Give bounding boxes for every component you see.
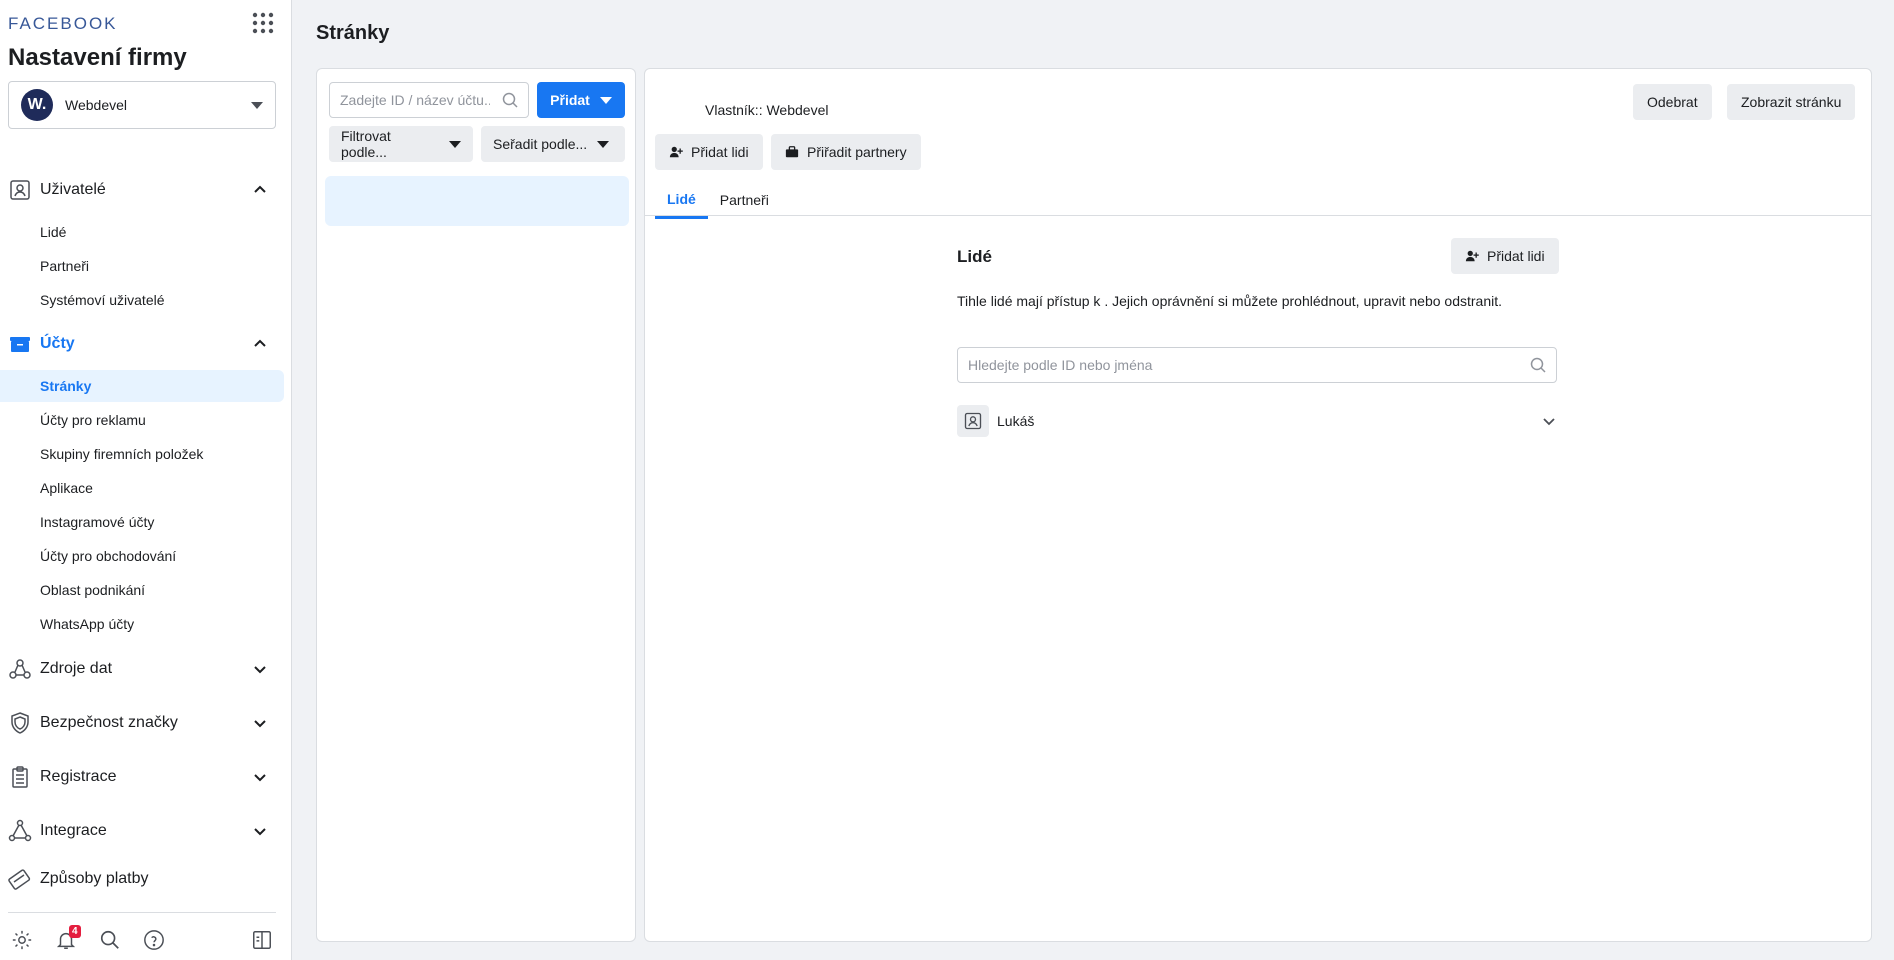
nav-group-payments[interactable]: Způsoby platby: [0, 859, 290, 899]
notification-badge: 4: [69, 925, 81, 938]
people-search-box[interactable]: [957, 347, 1557, 383]
account-search-input[interactable]: [340, 92, 490, 108]
shield-icon: [11, 712, 29, 734]
add-button[interactable]: Přidat: [537, 82, 625, 118]
sidebar-item-pages[interactable]: Stránky: [0, 370, 284, 402]
filter-button-label: Filtrovat podle...: [341, 128, 391, 160]
chevron-up-icon: [254, 185, 266, 193]
add-person-icon: [669, 146, 683, 158]
integrations-icon: [8, 819, 32, 842]
section-add-people-label: Přidat lidi: [1487, 248, 1545, 264]
person-name: Lukáš: [997, 413, 1035, 429]
add-people-label: Přidat lidi: [691, 144, 749, 160]
nav-group-label: Způsoby platby: [40, 870, 149, 887]
nav-group-label: Uživatelé: [40, 181, 106, 198]
nav-group-label: Účty: [40, 335, 75, 352]
sidebar-item-system-users[interactable]: Systémoví uživatelé: [0, 284, 284, 316]
collapse-panel-icon[interactable]: [251, 929, 273, 951]
chevron-down-icon: [254, 720, 266, 728]
tab-partners[interactable]: Partneři: [708, 181, 781, 219]
assign-partners-button[interactable]: Přiřadit partnery: [771, 134, 921, 170]
add-people-button[interactable]: Přidat lidi: [655, 134, 763, 170]
nav-group-label: Bezpečnost značky: [40, 714, 178, 731]
sidebar-item-commerce-accounts[interactable]: Účty pro obchodování: [0, 540, 284, 572]
business-logo: W.: [21, 89, 53, 121]
chevron-up-icon: [254, 339, 266, 347]
help-icon[interactable]: [143, 929, 165, 951]
sidebar-item-ad-accounts[interactable]: Účty pro reklamu: [0, 404, 284, 436]
search-icon: [502, 92, 518, 108]
owner-label: Vlastník:: Webdevel: [705, 102, 829, 118]
sidebar-footer: [8, 912, 276, 960]
nav-group-registrations[interactable]: Registrace: [0, 757, 290, 797]
nav-group-label: Integrace: [40, 822, 107, 839]
nav-group-data-sources[interactable]: Zdroje dat: [0, 649, 290, 689]
sort-button-label: Seřadit podle...: [493, 136, 588, 152]
people-section-title: Lidé: [957, 247, 992, 266]
user-badge-icon: [957, 405, 989, 437]
assign-partners-label: Přiřadit partnery: [807, 144, 907, 160]
gear-icon[interactable]: [11, 929, 33, 951]
sidebar-item-apps[interactable]: Aplikace: [0, 472, 284, 504]
credit-card-icon: [8, 869, 31, 890]
filter-button[interactable]: Filtrovat podle...: [329, 126, 473, 162]
sidebar-item-partners[interactable]: Partneři: [0, 250, 284, 282]
caret-down-icon: [597, 140, 610, 148]
sidebar-item-business-asset-groups[interactable]: Skupiny firemních položek: [0, 438, 284, 470]
sidebar-title: Nastavení firmy: [8, 44, 187, 71]
chevron-down-icon[interactable]: [1541, 413, 1557, 429]
nav-group-label: Zdroje dat: [40, 660, 113, 677]
page-detail-panel: Vlastník:: Webdevel Odebrat Zobrazit str…: [644, 68, 1872, 942]
account-search-box[interactable]: [329, 82, 529, 118]
nav-group-label: Registrace: [40, 768, 117, 785]
view-page-button[interactable]: Zobrazit stránku: [1727, 84, 1856, 120]
user-badge-icon: [10, 180, 30, 200]
list-item-selected[interactable]: [325, 176, 629, 226]
people-search-input[interactable]: [968, 357, 1530, 373]
sidebar-item-line-of-business[interactable]: Oblast podnikání: [0, 574, 284, 606]
business-name: Webdevel: [65, 97, 128, 113]
sidebar-item-people[interactable]: Lidé: [0, 216, 284, 248]
tabs-divider: [645, 215, 1871, 216]
chevron-down-icon: [254, 774, 266, 782]
search-icon[interactable]: [99, 929, 121, 951]
business-selector[interactable]: W. Webdevel: [8, 81, 276, 129]
chevron-down-icon: [254, 666, 266, 674]
person-row[interactable]: Lukáš: [957, 405, 1557, 437]
data-sources-icon: [9, 659, 31, 679]
nav-group-users[interactable]: Uživatelé: [0, 170, 290, 210]
pages-list-panel: Přidat Filtrovat podle... Seřadit podle.…: [316, 68, 636, 942]
search-icon: [1530, 357, 1546, 373]
add-button-label: Přidat: [550, 92, 590, 108]
sidebar-item-instagram-accounts[interactable]: Instagramové účty: [0, 506, 284, 538]
nav-group-brand-safety[interactable]: Bezpečnost značky: [0, 703, 290, 743]
sort-button[interactable]: Seřadit podle...: [481, 126, 625, 162]
facebook-brand: FACEBOOK: [8, 14, 118, 33]
caret-down-icon: [599, 96, 612, 104]
clipboard-icon: [12, 766, 28, 788]
add-person-icon: [1465, 250, 1479, 262]
sidebar: FACEBOOK Nastavení firmy W. Webdevel Uži…: [0, 0, 292, 960]
briefcase-icon: [10, 337, 30, 352]
nav-group-accounts[interactable]: Účty: [0, 324, 290, 364]
people-section-description: Tihle lidé mají přístup k . Jejich opráv…: [957, 293, 1502, 309]
nav-group-integrations[interactable]: Integrace: [0, 811, 290, 851]
caret-down-icon: [251, 101, 263, 109]
page-title: Stránky: [316, 22, 390, 44]
apps-grid-icon[interactable]: [252, 12, 274, 34]
remove-button[interactable]: Odebrat: [1633, 84, 1712, 120]
caret-down-icon: [449, 140, 461, 148]
detail-tabs: Lidé Partneři: [655, 181, 781, 219]
tab-people[interactable]: Lidé: [655, 181, 708, 219]
briefcase-icon: [785, 146, 799, 158]
section-add-people-button[interactable]: Přidat lidi: [1451, 238, 1559, 274]
sidebar-item-whatsapp-accounts[interactable]: WhatsApp účty: [0, 608, 284, 640]
chevron-down-icon: [254, 828, 266, 836]
